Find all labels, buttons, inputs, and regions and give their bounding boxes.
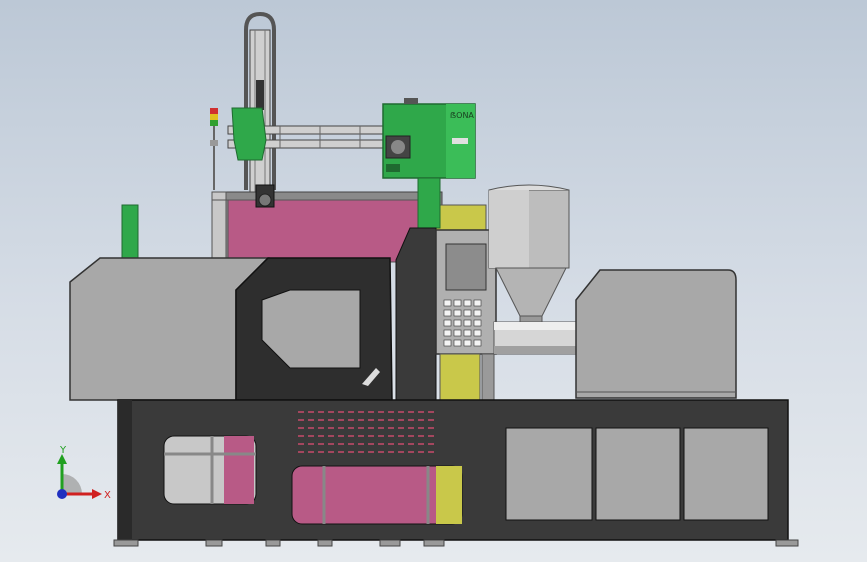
view-triad[interactable]: Y X — [57, 445, 111, 501]
clamp-unit-housing[interactable] — [69, 257, 393, 401]
base-panel-1[interactable] — [505, 427, 593, 521]
machine-feet — [113, 539, 799, 547]
material-hopper[interactable] — [488, 184, 570, 325]
triad-z-axis — [57, 489, 67, 499]
control-panel-screen[interactable] — [445, 243, 487, 291]
triad-y-label: Y — [59, 445, 67, 456]
green-post — [121, 204, 139, 261]
injection-barrel[interactable] — [493, 321, 579, 355]
triad-x-label: X — [104, 490, 111, 501]
robot-brand-label: ẞONA — [450, 111, 474, 120]
robot-drive-column — [417, 177, 441, 229]
control-panel[interactable] — [395, 227, 497, 401]
base-panel-3[interactable] — [683, 427, 769, 521]
machine-base[interactable] — [117, 399, 789, 541]
signal-tower — [210, 108, 218, 190]
base-panel-2[interactable] — [595, 427, 681, 521]
robot-control-box[interactable]: ẞONA — [382, 98, 476, 179]
robot-carriage[interactable] — [231, 107, 267, 161]
model-view[interactable]: ẞONA Y X — [0, 0, 867, 562]
graphics-viewport[interactable]: ẞONA Y X — [0, 0, 867, 562]
robot-vertical-arm[interactable] — [244, 11, 276, 201]
injection-unit-housing[interactable] — [575, 269, 737, 399]
